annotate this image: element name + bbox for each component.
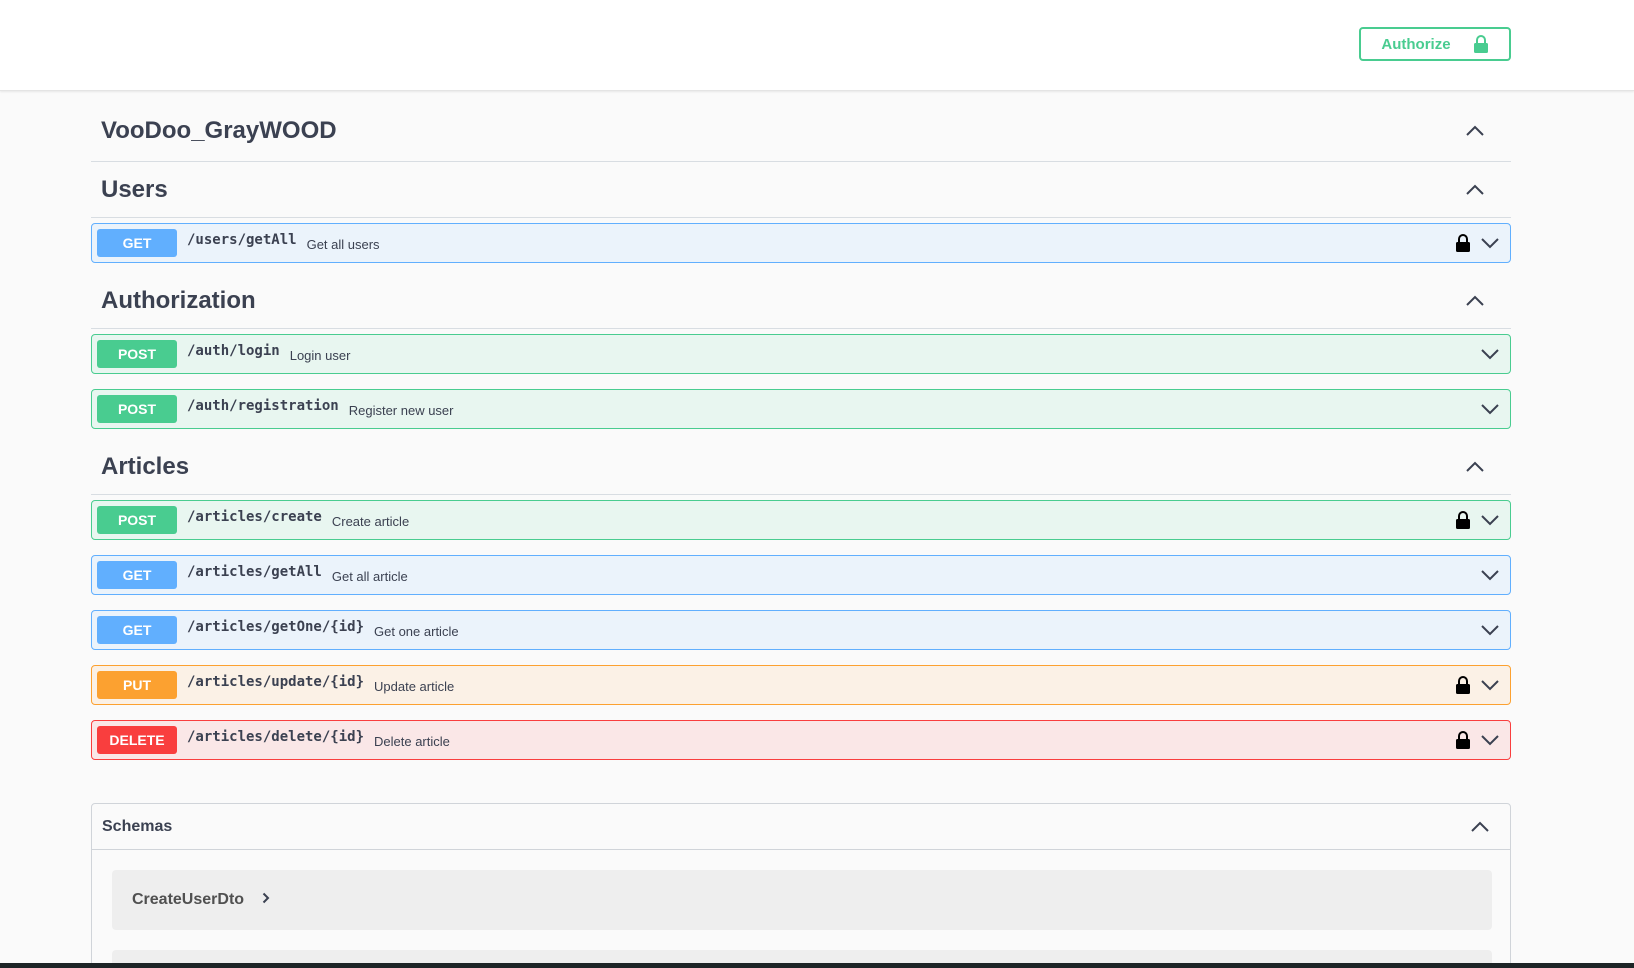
chevron-up-icon[interactable] <box>1465 457 1485 477</box>
api-content: VooDoo_GrayWOOD Users GET /users/getAll … <box>91 100 1511 760</box>
operation-path: /articles/create <box>187 509 322 525</box>
operation-summary: Create article <box>331 513 410 529</box>
operation-summary: Register new user <box>348 402 454 418</box>
operation-get-users-getall[interactable]: GET /users/getAll Get all users <box>91 223 1511 263</box>
chevron-down-icon[interactable] <box>1480 233 1500 253</box>
operation-summary: Get all article <box>331 568 408 584</box>
lock-icon <box>1473 35 1488 53</box>
operation-path: /articles/getOne/{id} <box>187 619 365 635</box>
chevron-down-icon[interactable] <box>1480 620 1500 640</box>
chevron-up-icon[interactable] <box>1470 817 1490 837</box>
chevron-down-icon[interactable] <box>1480 344 1500 364</box>
operation-summary: Get all users <box>306 236 380 252</box>
chevron-down-icon[interactable] <box>1480 510 1500 530</box>
lock-icon[interactable] <box>1456 234 1470 252</box>
method-badge: GET <box>97 616 177 644</box>
model-name: CreateUserDto <box>132 891 245 908</box>
tag-users-header[interactable]: Users <box>91 162 1511 218</box>
operation-get-articles-getall[interactable]: GET /articles/getAll Get all article <box>91 555 1511 595</box>
operation-summary: Get one article <box>374 623 459 639</box>
tag-title: Users <box>101 175 168 203</box>
operation-path: /auth/registration <box>187 398 339 414</box>
method-badge: GET <box>97 229 177 257</box>
tag-authorization-header[interactable]: Authorization <box>91 273 1511 329</box>
schemas-header[interactable]: Schemas <box>92 804 1510 850</box>
operation-put-articles-update[interactable]: PUT /articles/update/{id} Update article <box>91 665 1511 705</box>
chevron-down-icon[interactable] <box>1480 730 1500 750</box>
operation-post-articles-create[interactable]: POST /articles/create Create article <box>91 500 1511 540</box>
chevron-down-icon[interactable] <box>1480 565 1500 585</box>
method-badge: POST <box>97 506 177 534</box>
top-bar: Authorize <box>0 0 1634 91</box>
authorize-label: Authorize <box>1381 35 1451 53</box>
schemas-title: Schemas <box>102 817 173 835</box>
lock-icon[interactable] <box>1456 511 1470 529</box>
tag-title: Articles <box>101 452 190 480</box>
operation-get-articles-getone[interactable]: GET /articles/getOne/{id} Get one articl… <box>91 610 1511 650</box>
chevron-up-icon[interactable] <box>1465 180 1485 200</box>
chevron-down-icon[interactable] <box>1480 675 1500 695</box>
operation-post-auth-login[interactable]: POST /auth/login Login user <box>91 334 1511 374</box>
chevron-up-icon[interactable] <box>1465 121 1485 141</box>
operation-summary: Login user <box>289 347 351 363</box>
operation-post-auth-registration[interactable]: POST /auth/registration Register new use… <box>91 389 1511 429</box>
chevron-right-icon[interactable] <box>262 891 270 909</box>
method-badge: PUT <box>97 671 177 699</box>
lock-icon[interactable] <box>1456 731 1470 749</box>
tag-articles-header[interactable]: Articles <box>91 439 1511 495</box>
operation-summary: Delete article <box>374 733 450 749</box>
method-badge: DELETE <box>97 726 177 754</box>
method-badge: POST <box>97 340 177 368</box>
operation-path: /articles/update/{id} <box>187 674 365 690</box>
api-title-header[interactable]: VooDoo_GrayWOOD <box>91 100 1511 162</box>
schema-model-createuserdto[interactable]: CreateUserDto <box>112 870 1492 930</box>
chevron-up-icon[interactable] <box>1465 291 1485 311</box>
method-badge: POST <box>97 395 177 423</box>
schemas-section: Schemas CreateUserDto <box>91 803 1511 968</box>
operation-path: /users/getAll <box>187 232 297 248</box>
operation-path: /articles/delete/{id} <box>187 729 365 745</box>
chevron-down-icon[interactable] <box>1480 399 1500 419</box>
api-title: VooDoo_GrayWOOD <box>101 116 337 144</box>
operation-summary: Update article <box>374 678 455 694</box>
bottom-edge <box>0 963 1634 968</box>
operation-delete-articles-delete[interactable]: DELETE /articles/delete/{id} Delete arti… <box>91 720 1511 760</box>
operation-path: /articles/getAll <box>187 564 322 580</box>
tag-title: Authorization <box>101 286 256 314</box>
authorize-button[interactable]: Authorize <box>1359 27 1511 61</box>
operation-path: /auth/login <box>187 343 280 359</box>
lock-icon[interactable] <box>1456 676 1470 694</box>
method-badge: GET <box>97 561 177 589</box>
